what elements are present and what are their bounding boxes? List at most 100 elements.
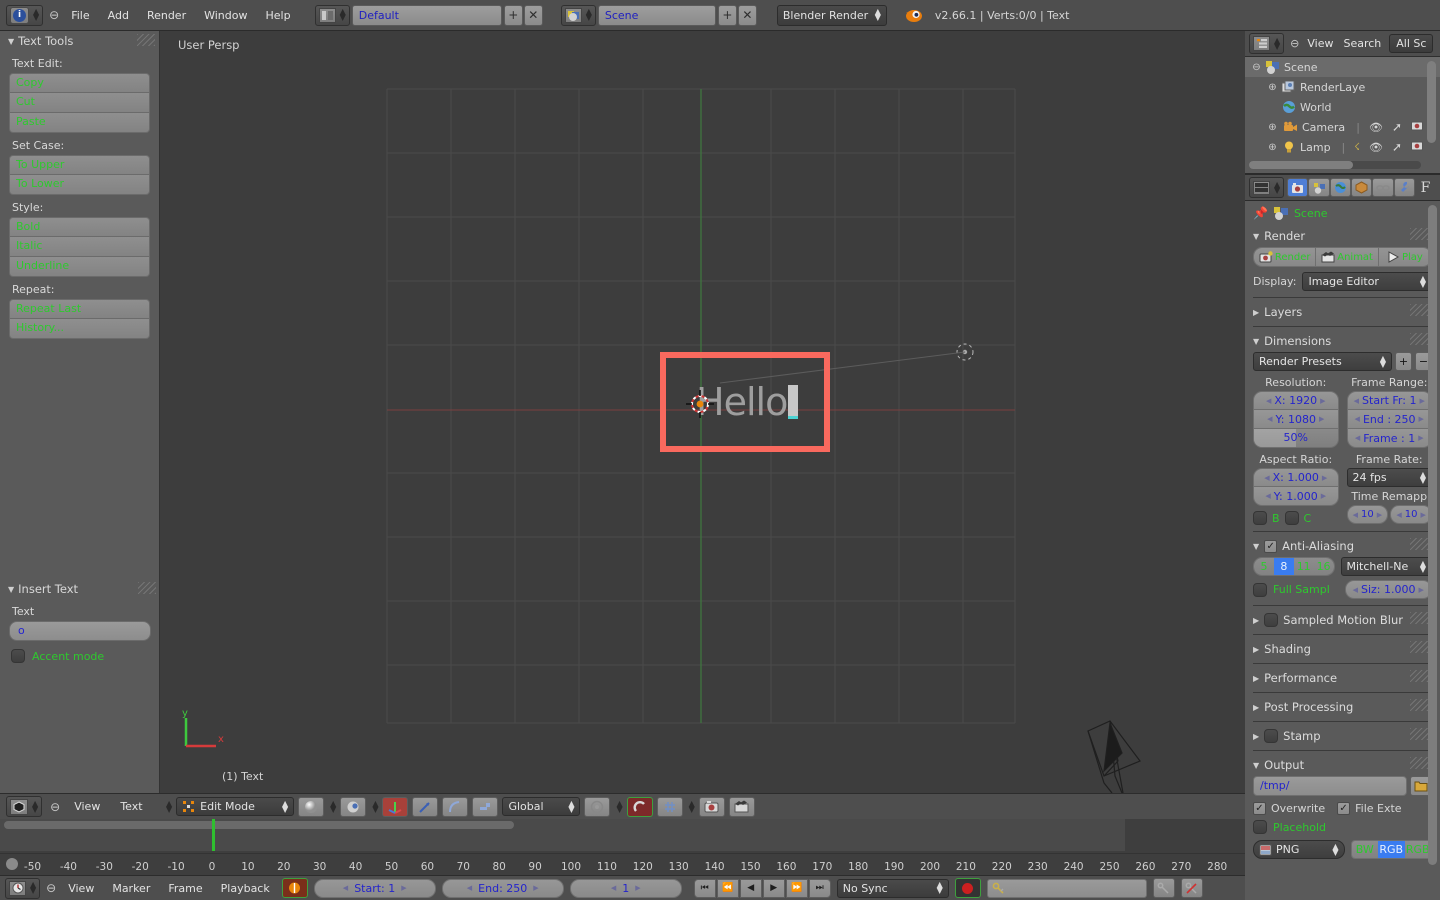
sync-mode-selector[interactable]: No Sync ▲▼ — [837, 879, 949, 898]
color-mode-segmented[interactable]: BW RGB RGB — [1351, 840, 1433, 859]
render-presets-selector[interactable]: Render Presets ▲▼ — [1253, 352, 1392, 371]
panel-header-render[interactable]: ▼ Render — [1253, 225, 1432, 247]
time-remap-old-field[interactable]: 10 — [1347, 505, 1389, 524]
panel-header-shading[interactable]: ▶Shading — [1253, 638, 1432, 660]
scene-selector[interactable]: ▲▼ — [561, 5, 596, 26]
3d-viewport[interactable]: Hello User Persp y x (1) Text — [160, 31, 1245, 793]
header-scroll-spinner[interactable]: ▲▼ — [166, 801, 172, 813]
properties-editor-type[interactable]: ▲▼ — [1249, 177, 1284, 198]
accent-mode-checkbox[interactable] — [11, 649, 25, 663]
timeline-menu-view[interactable]: View — [62, 880, 100, 897]
snap-element-spinner[interactable]: ▲▼ — [689, 801, 695, 813]
render-animation-button[interactable]: Animat — [1316, 248, 1378, 266]
viewport-editor-type[interactable]: ▲▼ — [6, 796, 42, 817]
file-extension-checkbox[interactable]: ✓ — [1337, 802, 1350, 815]
panel-header-performance[interactable]: ▶Performance — [1253, 667, 1432, 689]
aa-sample-5[interactable]: 5 — [1254, 558, 1274, 575]
pin-icon[interactable]: 📌 — [1253, 206, 1268, 220]
aa-filter-selector[interactable]: Mitchell-Ne ▲▼ — [1341, 557, 1433, 576]
frame-end-field[interactable]: End : 250 — [1347, 410, 1433, 429]
outliner-editor[interactable]: ▲▼ ⊖ View Search All Sc ⊖Scene⊕RenderLay… — [1245, 31, 1440, 173]
outliner-horizontal-scrollbar[interactable] — [1249, 161, 1421, 169]
play-reverse-icon[interactable]: ⏪ — [717, 879, 739, 898]
interaction-mode-selector[interactable]: Edit Mode ▲▼ — [176, 797, 294, 816]
use-audio-sync-icon[interactable] — [282, 878, 308, 898]
resolution-percentage-slider[interactable]: 50% — [1253, 429, 1339, 448]
panel-header-layers[interactable]: ▶ Layers — [1253, 301, 1432, 323]
panel-header-post-processing[interactable]: ▶Post Processing — [1253, 696, 1432, 718]
play-render-button[interactable]: Play — [1379, 248, 1431, 266]
transform-orientation-spinner[interactable]: ▲▼ — [568, 801, 574, 813]
underline-button[interactable]: Underline — [9, 257, 150, 277]
frame-rate-spinner[interactable]: ▲▼ — [1420, 472, 1426, 484]
panel-header-stamp[interactable]: ▶Stamp — [1253, 725, 1432, 747]
collapse-menu-icon[interactable]: ⊖ — [46, 881, 56, 895]
render-image-icon[interactable] — [699, 797, 725, 817]
play-back-icon[interactable]: ◀ — [740, 879, 762, 898]
outliner-row-world[interactable]: World — [1245, 97, 1440, 117]
placeholder-checkbox[interactable] — [1253, 820, 1267, 834]
expander-icon[interactable]: ⊕ — [1267, 82, 1278, 93]
collapse-menu-icon[interactable]: ⊖ — [49, 8, 59, 22]
restrict-select-icon[interactable]: ➚ — [1392, 120, 1402, 134]
color-mode-rgb[interactable]: RGB — [1378, 841, 1405, 858]
panel-header-text-tools[interactable]: ▼ Text Tools — [0, 31, 159, 51]
modifiers-tab-icon[interactable] — [1394, 178, 1415, 197]
viewport-shading-icon[interactable] — [298, 797, 324, 817]
render-animation-icon[interactable] — [729, 797, 755, 817]
delete-layout-button[interactable]: ✕ — [524, 5, 543, 26]
timeline-menu-marker[interactable]: Marker — [106, 880, 156, 897]
manipulator-extra-icon[interactable] — [472, 797, 498, 817]
editor-type-spinner[interactable]: ▲▼ — [33, 9, 39, 21]
play-forward-icon[interactable]: ▶ — [763, 879, 785, 898]
timeline-playhead[interactable] — [212, 819, 215, 851]
output-format-spinner[interactable]: ▲▼ — [1332, 844, 1338, 856]
resolution-x-field[interactable]: X: 1920 — [1253, 391, 1339, 410]
restrict-render-icon[interactable] — [1411, 140, 1424, 154]
render-tab-icon[interactable] — [1287, 178, 1308, 197]
panel-header-output[interactable]: ▼ Output — [1253, 754, 1432, 776]
properties-scrollbar[interactable] — [1428, 205, 1437, 865]
panel-header-anti-aliasing[interactable]: ▼ ✓ Anti-Aliasing — [1253, 535, 1432, 557]
viewport-menu-text[interactable]: Text — [114, 798, 148, 815]
outliner-row-renderlaye[interactable]: ⊕RenderLaye — [1245, 77, 1440, 97]
restrict-select-icon[interactable]: ➚ — [1392, 140, 1402, 154]
timeline-editor-type[interactable]: ▲▼ — [5, 878, 40, 899]
outliner-editor-type[interactable]: ▲▼ — [1249, 33, 1284, 54]
timeline-menu-playback[interactable]: Playback — [215, 880, 276, 897]
snap-increment-icon[interactable] — [657, 797, 683, 817]
rotate-manipulator-icon[interactable] — [412, 797, 438, 817]
history-button[interactable]: History... — [9, 319, 150, 339]
transform-orientation-selector[interactable]: Global ▲▼ — [502, 797, 580, 816]
menu-render[interactable]: Render — [141, 7, 192, 24]
outliner-vertical-scrollbar[interactable] — [1427, 61, 1436, 143]
scene-name-field[interactable]: Scene — [598, 5, 716, 26]
color-mode-bw[interactable]: BW — [1352, 841, 1379, 858]
proportional-edit-icon[interactable] — [584, 797, 610, 817]
bold-button[interactable]: Bold — [9, 217, 150, 237]
add-layout-button[interactable]: + — [504, 5, 523, 26]
frame-end-pill[interactable]: ◀ End: 250 ▶ — [442, 879, 564, 898]
insert-keyframe-icon[interactable] — [1153, 878, 1175, 898]
panel-header-insert-text[interactable]: ▼ Insert Text — [0, 579, 160, 599]
expander-icon[interactable]: ⊕ — [1267, 122, 1278, 133]
restrict-view-icon[interactable]: 👁 — [1369, 141, 1383, 154]
repeat-last-button[interactable]: Repeat Last — [9, 299, 150, 319]
time-remap-new-field[interactable]: 10 — [1390, 505, 1432, 524]
border-checkbox[interactable] — [1253, 511, 1267, 525]
render-engine-selector[interactable]: Blender Render ▲▼ — [777, 5, 887, 26]
output-path-input[interactable]: /tmp/ — [1253, 776, 1407, 796]
screen-layout-spinner[interactable]: ▲▼ — [340, 9, 346, 21]
object-tab-icon[interactable] — [1351, 178, 1372, 197]
full-sample-checkbox[interactable] — [1253, 583, 1267, 597]
aa-filter-spinner[interactable]: ▲▼ — [1420, 561, 1426, 573]
timeline-editor-spinner[interactable]: ▲▼ — [30, 882, 36, 894]
anti-aliasing-checkbox[interactable]: ✓ — [1264, 540, 1277, 553]
cut-button[interactable]: Cut — [9, 93, 150, 113]
outliner-editor-spinner[interactable]: ▲▼ — [1274, 38, 1280, 50]
viewport-editor-spinner[interactable]: ▲▼ — [32, 801, 38, 813]
font-tab-icon[interactable]: F — [1415, 178, 1436, 197]
add-scene-button[interactable]: + — [718, 5, 737, 26]
keying-set-field[interactable] — [987, 879, 1147, 898]
editor-type-selector[interactable]: i ▲▼ — [6, 5, 43, 26]
